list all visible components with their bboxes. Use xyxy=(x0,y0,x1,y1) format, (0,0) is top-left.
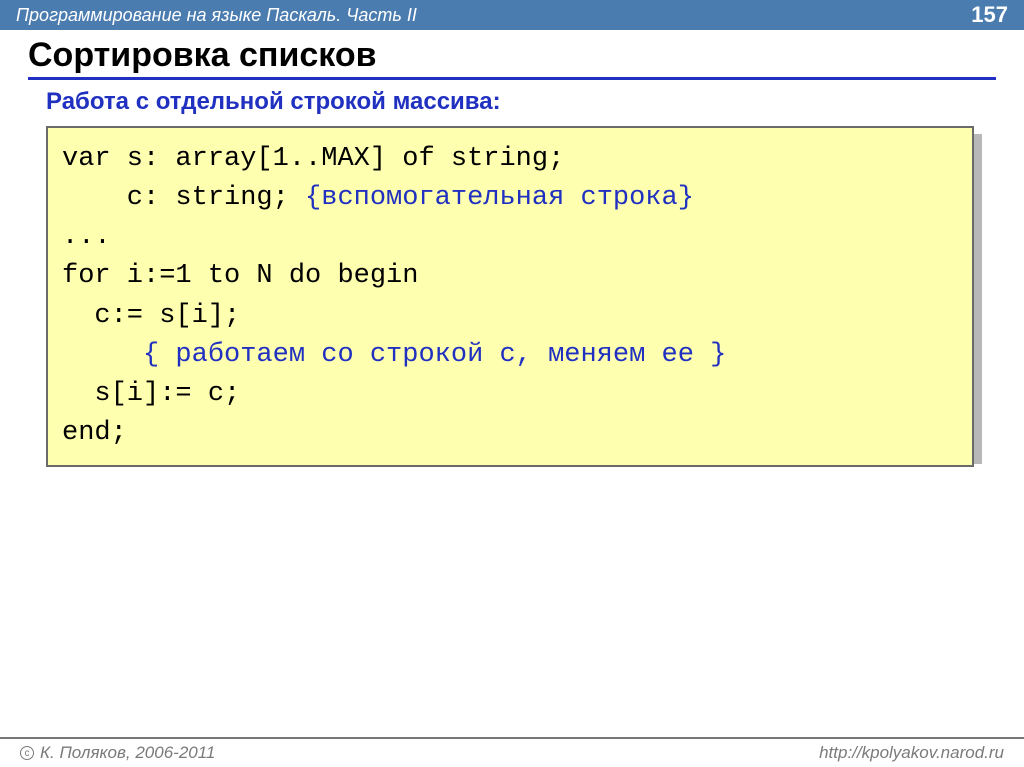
code-line: c:= s[i]; xyxy=(62,301,240,331)
code-line: ... xyxy=(62,222,111,252)
copyright-text: К. Поляков, 2006-2011 xyxy=(40,743,215,763)
copyright-icon: c xyxy=(20,746,34,760)
footer-url: http://kpolyakov.narod.ru xyxy=(819,743,1004,763)
code-line: for i:=1 to N do begin xyxy=(62,261,418,291)
header-bar: Программирование на языке Паскаль. Часть… xyxy=(0,0,1024,30)
code-block-wrap: var s: array[1..MAX] of string; c: strin… xyxy=(46,126,996,467)
code-block: var s: array[1..MAX] of string; c: strin… xyxy=(46,126,974,467)
copyright: c К. Поляков, 2006-2011 xyxy=(20,743,215,763)
page-number: 157 xyxy=(971,2,1008,28)
code-line: end; xyxy=(62,418,127,448)
code-line: var s: array[1..MAX] of string; xyxy=(62,144,564,174)
slide-subhead: Работа с отдельной строкой массива: xyxy=(46,88,996,116)
footer-bar: c К. Поляков, 2006-2011 http://kpolyakov… xyxy=(0,737,1024,767)
course-title: Программирование на языке Паскаль. Часть… xyxy=(16,5,417,26)
code-comment: { работаем со строкой c, меняем ее } xyxy=(62,340,726,370)
code-line: c: string; xyxy=(62,183,305,213)
code-comment: {вспомогательная строка} xyxy=(305,183,694,213)
slide-content: Сортировка списков Работа с отдельной ст… xyxy=(0,30,1024,467)
code-line: s[i]:= c; xyxy=(62,379,240,409)
slide-title: Сортировка списков xyxy=(28,36,996,80)
